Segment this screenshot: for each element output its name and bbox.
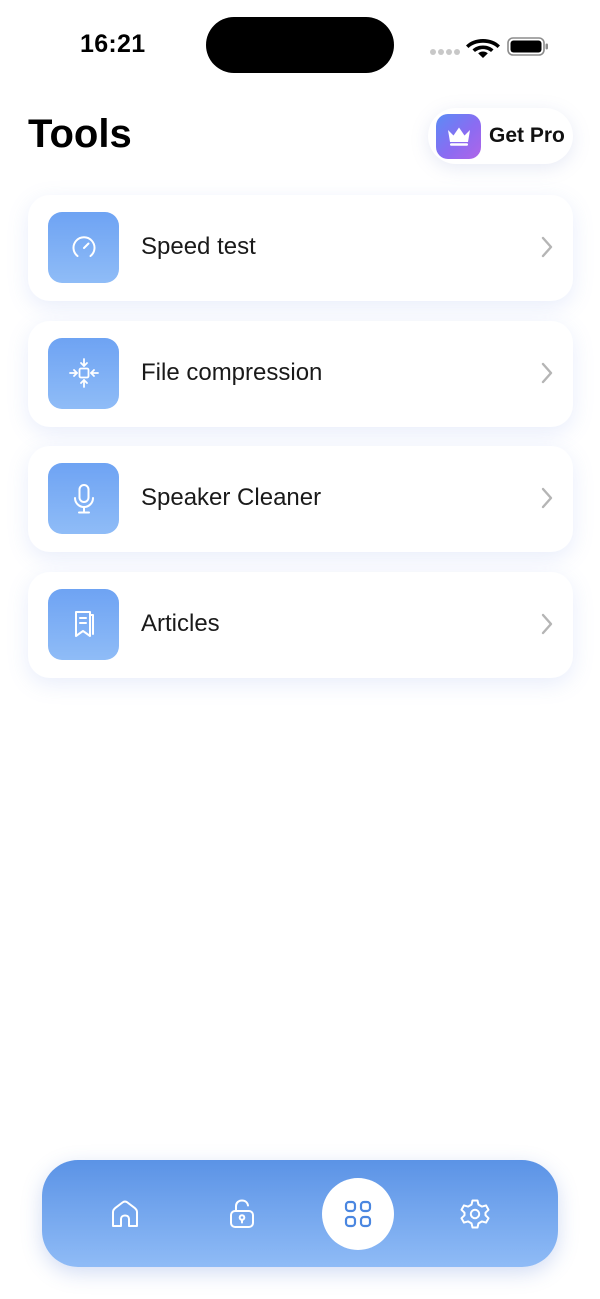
microphone-icon — [48, 463, 119, 534]
wifi-icon — [466, 39, 500, 58]
grid-icon — [344, 1200, 372, 1228]
battery-icon — [507, 37, 548, 56]
tab-tools[interactable] — [322, 1178, 394, 1250]
book-icon — [48, 588, 119, 660]
chevron-right-icon — [541, 487, 553, 509]
tool-label: Articles — [141, 609, 220, 637]
status-icons — [428, 33, 552, 59]
chevron-right-icon — [541, 236, 553, 258]
tool-item-articles[interactable]: Articles — [28, 571, 573, 678]
compress-icon — [48, 337, 119, 409]
tab-settings[interactable] — [439, 1178, 511, 1250]
bottom-tab-bar — [42, 1160, 558, 1267]
tab-unlock[interactable] — [206, 1178, 278, 1250]
tool-label: Speed test — [141, 233, 256, 260]
tool-item-speed-test[interactable]: Speed test — [28, 195, 573, 301]
home-icon — [112, 1200, 138, 1227]
cellular-signal-icon — [430, 49, 460, 55]
get-pro-label: Get Pro — [489, 124, 565, 147]
tool-label: File compression — [141, 358, 323, 386]
chevron-right-icon — [541, 362, 553, 383]
get-pro-button[interactable]: Get Pro — [428, 108, 573, 164]
tool-item-speaker-cleaner[interactable]: Speaker Cleaner — [28, 446, 573, 552]
status-bar: 16:21 — [0, 0, 600, 92]
crown-icon — [436, 113, 481, 159]
tool-item-file-compression[interactable]: File compression — [28, 320, 573, 427]
status-time: 16:21 — [80, 30, 146, 58]
tab-home[interactable] — [89, 1178, 161, 1250]
tool-label: Speaker Cleaner — [141, 484, 322, 511]
chevron-right-icon — [541, 613, 553, 634]
gear-icon — [460, 1199, 490, 1229]
tool-list: Speed test File compression Speaker Clea… — [28, 195, 573, 697]
unlock-icon — [230, 1199, 254, 1228]
page-title: Tools — [28, 112, 132, 156]
speedometer-icon — [48, 212, 119, 283]
dynamic-island — [206, 17, 394, 73]
